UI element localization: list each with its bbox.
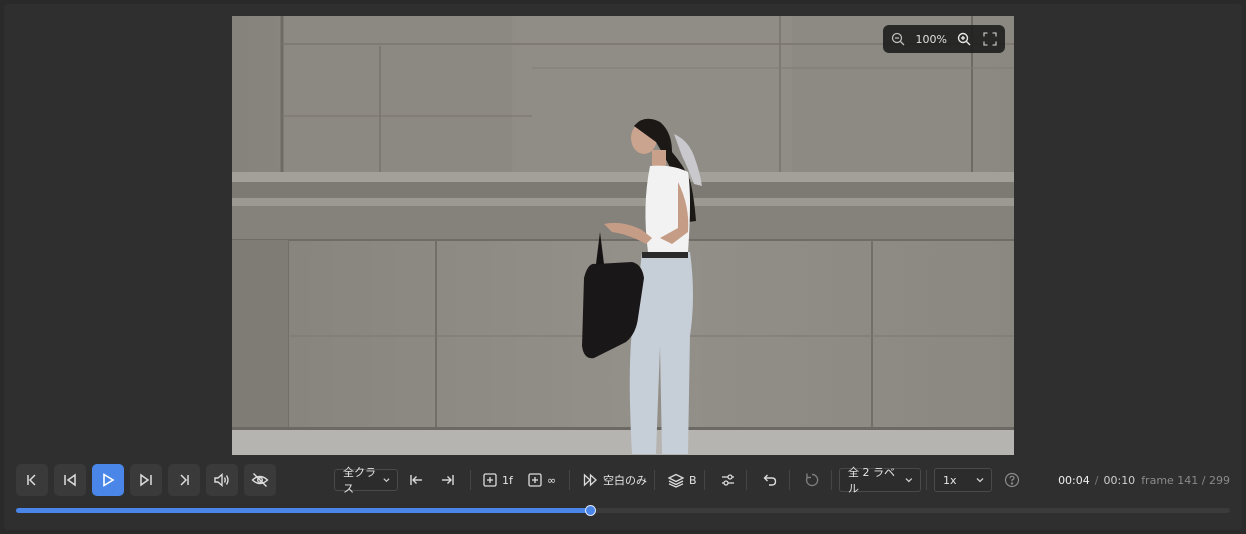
player-toolbar: 全クラス 1f ∞ 空白のみ B 全 2 ラベル 1x 00:04 / 00:1… — [0, 462, 1246, 498]
layers-icon — [668, 473, 684, 488]
toolbar-divider — [789, 470, 790, 490]
redo-button[interactable] — [796, 464, 828, 496]
fast-forward-icon — [583, 473, 597, 487]
time-display: 00:04 / 00:10 frame 141 / 299 — [1058, 474, 1230, 487]
toolbar-divider — [654, 470, 655, 490]
help-button[interactable] — [996, 464, 1028, 496]
chevron-down-icon — [383, 478, 390, 483]
fullscreen-icon[interactable] — [982, 31, 998, 47]
hide-icon — [251, 473, 269, 487]
settings-sliders-icon — [722, 474, 734, 486]
settings-button[interactable] — [712, 464, 744, 496]
zoom-out-icon[interactable] — [890, 31, 906, 47]
zoom-in-icon[interactable] — [956, 31, 972, 47]
jump-end-icon — [442, 475, 454, 485]
speed-value: 1x — [943, 473, 957, 487]
add-infinite-icon — [528, 473, 542, 487]
skip-to-start-button[interactable] — [16, 464, 48, 496]
layer-button[interactable]: B — [668, 467, 697, 493]
video-frame — [232, 16, 1014, 455]
skip-to-start-icon — [27, 474, 36, 486]
chevron-down-icon — [976, 478, 984, 483]
toolbar-divider — [926, 470, 927, 490]
volume-button[interactable] — [206, 464, 238, 496]
redo-icon — [805, 473, 819, 487]
add-infinite-button[interactable]: ∞ — [528, 467, 556, 493]
play-button[interactable] — [92, 464, 124, 496]
toolbar-divider — [746, 470, 747, 490]
help-icon — [1004, 472, 1020, 488]
video-viewport[interactable]: 100% — [232, 16, 1014, 455]
add-one-frame-label: 1f — [502, 473, 513, 487]
progress-fill — [16, 508, 591, 513]
play-icon — [103, 473, 115, 487]
jump-start-icon — [410, 475, 422, 485]
toolbar-divider — [704, 470, 705, 490]
progress-track[interactable] — [16, 505, 1230, 516]
toolbar-divider — [470, 470, 471, 490]
toolbar-divider — [569, 470, 570, 490]
speed-select[interactable]: 1x — [934, 468, 992, 492]
add-one-frame-button[interactable]: 1f — [483, 467, 513, 493]
chevron-down-icon — [905, 478, 913, 483]
time-separator: / — [1094, 474, 1099, 487]
class-filter-select[interactable]: 全クラス — [334, 466, 398, 495]
class-filter-value: 全クラス — [343, 466, 376, 495]
add-frame-icon — [483, 473, 497, 487]
zoom-controls: 100% — [883, 25, 1005, 53]
toolbar-divider — [831, 470, 832, 490]
current-time: 00:04 — [1058, 474, 1090, 487]
blank-only-button[interactable]: 空白のみ — [583, 467, 647, 493]
add-infinite-label: ∞ — [547, 473, 557, 487]
hide-annotations-button[interactable] — [244, 464, 276, 496]
volume-icon — [214, 472, 229, 488]
frame-counter: frame 141 / 299 — [1141, 474, 1230, 487]
previous-frame-button[interactable] — [54, 464, 86, 496]
skip-to-end-button[interactable] — [168, 464, 200, 496]
next-frame-icon — [140, 473, 152, 487]
next-frame-button[interactable] — [130, 464, 162, 496]
undo-icon — [763, 474, 777, 486]
skip-to-end-icon — [180, 474, 189, 486]
previous-frame-icon — [64, 473, 76, 487]
jump-start-button[interactable] — [400, 464, 432, 496]
label-filter-value: 全 2 ラベル — [848, 466, 895, 495]
label-filter-select[interactable]: 全 2 ラベル — [839, 466, 921, 495]
total-time: 00:10 — [1103, 474, 1136, 487]
jump-end-button[interactable] — [432, 464, 464, 496]
undo-button[interactable] — [754, 464, 786, 496]
zoom-level: 100% — [915, 32, 947, 46]
blank-only-label: 空白のみ — [603, 474, 647, 487]
layer-label: B — [689, 473, 697, 487]
